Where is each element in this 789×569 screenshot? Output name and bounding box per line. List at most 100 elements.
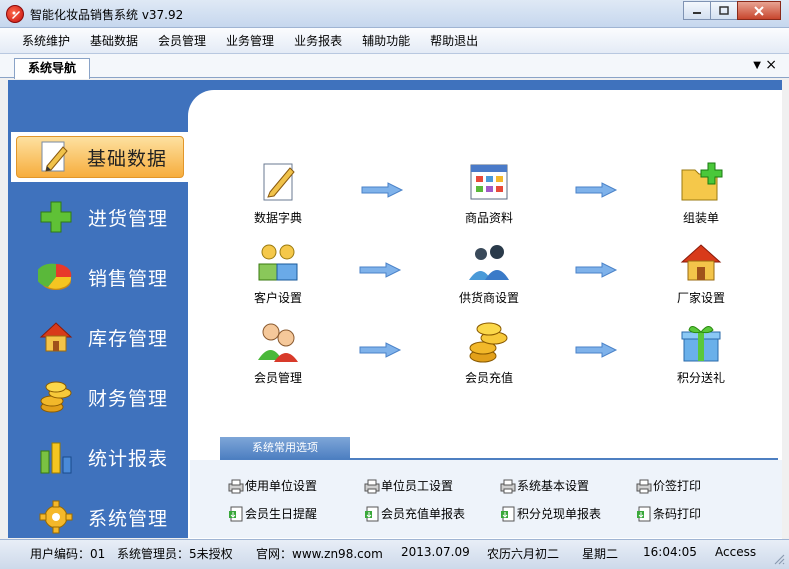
green-plus-icon: [40, 201, 72, 233]
grid-calendar-icon: [470, 164, 508, 200]
common-options-tab: 系统常用选项: [220, 437, 350, 459]
feature-member-recharge[interactable]: 会员充值: [439, 320, 539, 386]
option-barcode-print[interactable]: 条码打印: [636, 505, 701, 522]
status-website: 官网：www.zn98.com: [256, 547, 383, 561]
flow-arrow-icon: [575, 262, 618, 278]
feature-label: 数据字典: [253, 211, 302, 225]
menu-auxiliary[interactable]: 辅助功能: [352, 32, 420, 49]
gift-icon: [681, 326, 721, 362]
status-bar: 用户编码：01 系统管理员： 5未授权 官网：www.zn98.com 2013…: [0, 539, 789, 569]
feature-product-info[interactable]: 商品资料: [439, 160, 539, 226]
house-icon: [39, 322, 73, 352]
report-icon: [229, 506, 243, 521]
group-icon: [469, 245, 509, 280]
pencil-doc-icon: [263, 163, 295, 201]
coins-icon: [40, 381, 72, 413]
option-points-report[interactable]: 积分兑现单报表: [500, 505, 601, 522]
feature-label: 客户设置: [253, 291, 302, 305]
menu-basic-data[interactable]: 基础数据: [80, 32, 148, 49]
option-unit-settings[interactable]: 使用单位设置: [228, 477, 317, 494]
feature-label: 会员充值: [464, 371, 513, 385]
option-recharge-report[interactable]: 会员充值单报表: [364, 505, 465, 522]
sidebar-label: 销售管理: [88, 267, 169, 290]
maximize-button[interactable]: [710, 1, 738, 20]
flow-arrow-icon: [359, 342, 402, 358]
report-icon: [637, 506, 651, 521]
feature-manufacturer-settings[interactable]: 厂家设置: [651, 240, 751, 306]
option-label: 系统基本设置: [517, 479, 590, 493]
flow-arrow-icon: [361, 182, 404, 198]
option-label: 会员充值单报表: [381, 507, 466, 521]
flow-arrow-icon: [575, 342, 618, 358]
sidebar-label: 统计报表: [88, 447, 169, 470]
feature-label: 厂家设置: [676, 291, 725, 305]
sidebar-label: 基础数据: [87, 147, 168, 170]
gear-icon: [39, 500, 73, 534]
option-label: 使用单位设置: [245, 479, 318, 493]
close-button[interactable]: [737, 1, 781, 20]
option-label: 条码打印: [653, 507, 702, 521]
bar-chart-icon: [40, 442, 72, 474]
option-label: 价签打印: [653, 479, 702, 493]
status-date: 2013.07.09: [401, 545, 470, 559]
sidebar-label: 系统管理: [88, 507, 169, 530]
sidebar-label: 库存管理: [88, 327, 169, 350]
folder-add-icon: [681, 162, 723, 201]
feature-label: 积分送礼: [676, 371, 725, 385]
status-weekday: 星期二: [582, 547, 619, 561]
flow-arrow-icon: [575, 182, 618, 198]
sidebar-item-finance[interactable]: 财务管理: [12, 372, 188, 422]
pie-chart-icon: [38, 263, 72, 290]
maximize-icon: [719, 5, 729, 15]
tab-system-navigation[interactable]: 系统导航: [14, 58, 90, 79]
sidebar-item-system[interactable]: 系统管理: [12, 492, 188, 542]
sidebar-item-basic-data[interactable]: 基础数据: [11, 132, 188, 182]
feature-assembly-order[interactable]: 组装单: [651, 160, 751, 226]
close-icon: [754, 5, 764, 16]
menu-business-management[interactable]: 业务管理: [216, 32, 284, 49]
option-system-settings[interactable]: 系统基本设置: [500, 477, 589, 494]
common-options-area: [190, 460, 782, 538]
status-database: Access: [715, 545, 757, 559]
title-bar: 智能化妆品销售系统 v37.92: [0, 0, 789, 28]
sidebar-item-statistics[interactable]: 统计报表: [12, 432, 188, 482]
option-price-tag-print[interactable]: 价签打印: [636, 477, 701, 494]
tab-strip: 系统导航 ▼ ×: [0, 54, 789, 79]
report-icon: [365, 506, 379, 521]
coins-icon: [469, 322, 508, 363]
tab-dropdown-icon[interactable]: ▼: [753, 60, 761, 71]
status-user-code: 用户编码：01: [30, 547, 106, 561]
feature-label: 组装单: [682, 211, 719, 225]
pencil-doc-icon: [41, 141, 68, 172]
status-lunar-date: 农历六月初二: [487, 547, 560, 561]
tab-close-icon[interactable]: ×: [765, 57, 777, 73]
sidebar-item-purchase[interactable]: 进货管理: [12, 192, 188, 242]
minimize-button[interactable]: [683, 1, 711, 20]
print-icon: [500, 479, 516, 493]
sidebar-label: 财务管理: [88, 387, 169, 410]
print-icon: [364, 479, 380, 493]
feature-label: 会员管理: [253, 371, 302, 385]
menu-help-exit[interactable]: 帮助退出: [420, 32, 488, 49]
window-title: 智能化妆品销售系统 v37.92: [30, 8, 184, 22]
menu-system-maintenance[interactable]: 系统维护: [12, 32, 80, 49]
feature-customer-settings[interactable]: 客户设置: [228, 240, 328, 306]
option-birthday-reminder[interactable]: 会员生日提醒: [228, 505, 317, 522]
option-staff-settings[interactable]: 单位员工设置: [364, 477, 453, 494]
print-icon: [228, 479, 244, 493]
resize-grip-icon[interactable]: [773, 553, 785, 565]
menu-business-reports[interactable]: 业务报表: [284, 32, 352, 49]
feature-supplier-settings[interactable]: 供货商设置: [439, 240, 539, 306]
users-icon: [258, 244, 298, 281]
option-label: 积分兑现单报表: [517, 507, 602, 521]
sidebar-label: 进货管理: [88, 207, 169, 230]
feature-member-management[interactable]: 会员管理: [228, 320, 328, 386]
menu-member-management[interactable]: 会员管理: [148, 32, 216, 49]
sidebar-item-inventory[interactable]: 库存管理: [12, 312, 188, 362]
feature-label: 供货商设置: [458, 291, 519, 305]
feature-points-gift[interactable]: 积分送礼: [651, 320, 751, 386]
app-logo-icon: [6, 5, 24, 23]
flow-arrow-icon: [359, 262, 402, 278]
feature-data-dictionary[interactable]: 数据字典: [228, 160, 328, 226]
sidebar-item-sales[interactable]: 销售管理: [12, 252, 188, 302]
